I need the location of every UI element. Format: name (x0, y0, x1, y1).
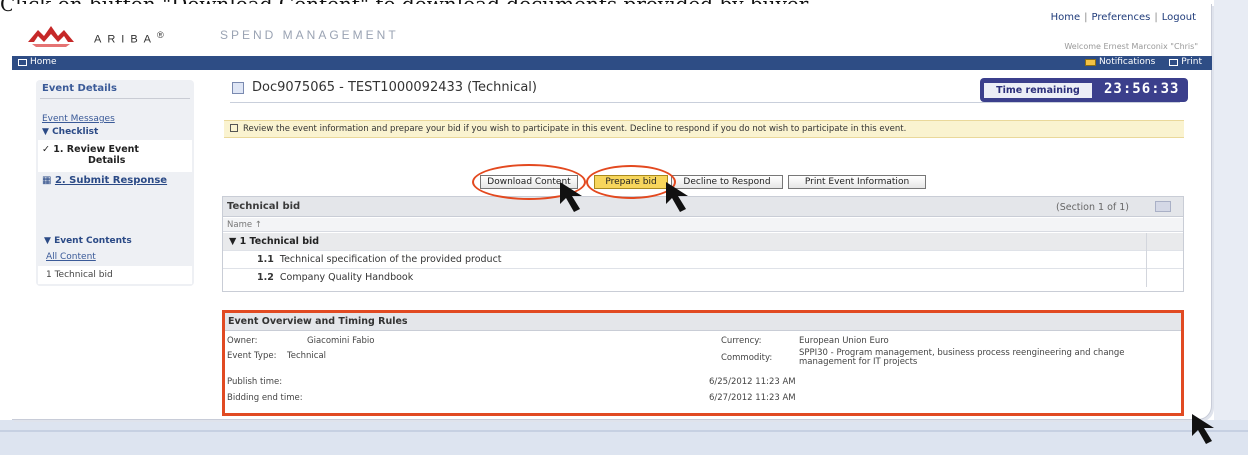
event-overview-panel: Event Overview and Timing Rules Owner: G… (222, 310, 1184, 416)
event-type-value: Technical (287, 351, 327, 361)
header: ARIBA® SPEND MANAGEMENT Home | Preferences… (12, 4, 1212, 56)
currency-label: Currency: (721, 336, 762, 346)
preferences-link[interactable]: Preferences (1092, 12, 1151, 23)
publish-time-label: Publish time: (227, 377, 283, 387)
time-remaining-label: Time remaining (984, 83, 1092, 98)
table-row[interactable]: 1.1 Technical specification of the provi… (223, 251, 1183, 269)
overview-title: Event Overview and Timing Rules (225, 313, 1181, 331)
publish-time-value: 6/25/2012 11:23 AM (709, 377, 796, 387)
table-row[interactable]: 1.2 Company Quality Handbook (223, 269, 1183, 287)
section-indicator: (Section 1 of 1) (1055, 202, 1129, 213)
event-contents-heading[interactable]: ▼ Event Contents (44, 236, 132, 246)
technical-bid-table: Technical bid (Section 1 of 1) Name ↑ ▼ … (222, 196, 1184, 292)
checklist-step-submit[interactable]: ▦ 2. Submit Response (42, 175, 167, 186)
event-type-label: Event Type: (227, 351, 277, 361)
right-background (1214, 0, 1248, 420)
nav-right: Notifications Print (1084, 57, 1202, 67)
top-links: Home | Preferences | Logout (1050, 12, 1196, 23)
home-link[interactable]: Home (1051, 12, 1081, 23)
pointer-arrow-icon (666, 182, 688, 212)
nav-home[interactable]: Home (18, 57, 57, 67)
currency-value: European Union Euro (799, 336, 889, 346)
welcome-text: Welcome Ernest Marconix "Chris" (1064, 42, 1198, 51)
bottom-background (0, 420, 1248, 455)
bidding-end-value: 6/27/2012 11:23 AM (709, 393, 796, 403)
table-header: Technical bid (Section 1 of 1) (223, 197, 1183, 217)
owner-value: Giacomini Fabio (307, 336, 375, 346)
document-icon (232, 81, 244, 94)
owner-label: Owner: (227, 336, 258, 346)
pointer-arrow-icon (1192, 414, 1214, 444)
notifications-link[interactable]: Notifications (1084, 57, 1155, 67)
commodity-value: SPPI30 - Program management, business pr… (799, 348, 1125, 367)
info-icon (230, 124, 238, 132)
checklist-heading[interactable]: ▼ Checklist (42, 127, 98, 137)
brand-name: ARIBA® (94, 30, 170, 46)
checklist-step-review[interactable]: ✓ 1. Review Event Details (42, 144, 139, 166)
mail-icon (1084, 58, 1096, 66)
navbar: Home Notifications Print (12, 56, 1212, 70)
table-row-group[interactable]: ▼ 1 Technical bid (223, 233, 1183, 251)
home-icon (18, 58, 27, 66)
commodity-label: Commodity: (721, 353, 773, 363)
content-item-technical-bid[interactable]: 1 Technical bid (46, 270, 113, 280)
printer-icon (1169, 58, 1179, 66)
time-remaining-value: 23:56:33 (1104, 81, 1180, 97)
print-link[interactable]: Print (1169, 57, 1202, 67)
ariba-logo-icon (28, 26, 74, 47)
table-options-icon[interactable] (1155, 201, 1171, 212)
all-content-link[interactable]: All Content (46, 252, 96, 262)
page: Click on button "Download Content" to do… (0, 0, 1248, 455)
bidding-end-label: Bidding end time: (227, 393, 303, 403)
sidebar-title: Event Details (42, 83, 117, 94)
sidebar: Event Details Event Messages ▼ Checklist… (36, 80, 194, 286)
pointer-arrow-icon (560, 182, 582, 212)
instruction-notice: Review the event information and prepare… (224, 120, 1184, 138)
time-remaining-box: Time remaining 23:56:33 (980, 78, 1188, 102)
table-title: Technical bid (227, 201, 301, 212)
page-title: Doc9075065 - TEST1000092433 (Technical) (232, 80, 537, 95)
logout-link[interactable]: Logout (1162, 12, 1196, 23)
column-header-name[interactable]: Name ↑ (223, 218, 1183, 232)
tagline: SPEND MANAGEMENT (220, 28, 399, 42)
print-event-information-button[interactable]: Print Event Information (788, 175, 926, 189)
event-messages-link[interactable]: Event Messages (42, 114, 115, 124)
